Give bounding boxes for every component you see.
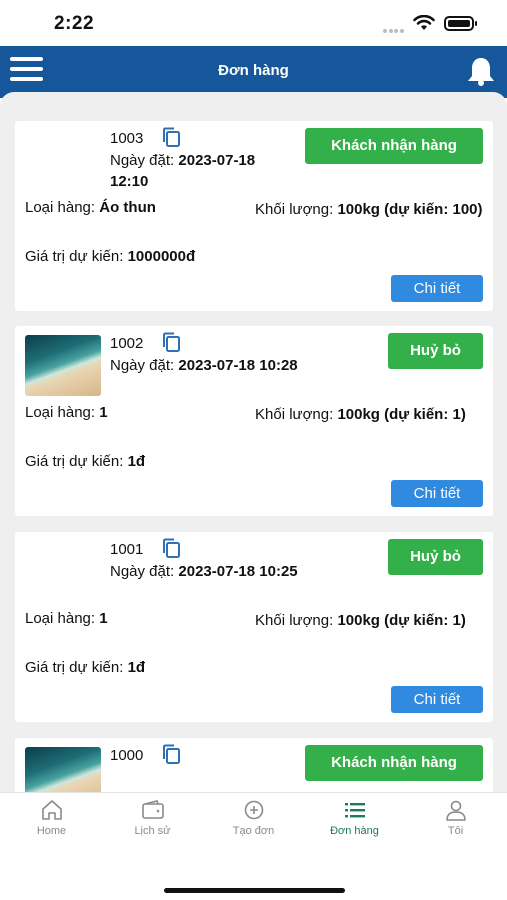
tab-create-order[interactable]: Tạo đơn bbox=[203, 799, 304, 845]
tab-profile[interactable]: Tôi bbox=[405, 799, 506, 845]
order-card: 1003 Ngày đặt: 2023-07-18 12:10 Khách nh… bbox=[15, 121, 493, 311]
tab-history[interactable]: Lịch sử bbox=[102, 799, 203, 845]
battery-icon bbox=[444, 16, 477, 31]
goods-type: Loại hàng: Áo thun bbox=[25, 199, 156, 216]
goods-type: Loại hàng: 1 bbox=[25, 404, 108, 421]
list-icon bbox=[344, 803, 365, 818]
home-indicator[interactable] bbox=[164, 888, 345, 893]
order-thumbnail bbox=[25, 747, 101, 792]
order-date: Ngày đặt: 2023-07-18 12:10 bbox=[110, 150, 305, 192]
detail-button[interactable]: Chi tiết bbox=[391, 275, 483, 302]
detail-button[interactable]: Chi tiết bbox=[391, 480, 483, 507]
cancel-button[interactable]: Huỷ bỏ bbox=[388, 539, 483, 575]
customer-received-button[interactable]: Khách nhận hàng bbox=[305, 745, 483, 781]
order-card: 1001 Ngày đặt: 2023-07-18 10:25 Huỷ bỏ L… bbox=[15, 532, 493, 722]
order-date: Ngày đặt: 2023-07-18 10:28 bbox=[110, 355, 370, 376]
tab-home[interactable]: Home bbox=[1, 799, 102, 845]
detail-button[interactable]: Chi tiết bbox=[391, 686, 483, 713]
order-card: 1002 Ngày đặt: 2023-07-18 10:28 Huỷ bỏ L… bbox=[15, 326, 493, 516]
date-label: Ngày đặt: bbox=[110, 563, 175, 580]
bottom-tab-bar: Home Lịch sử Tạo đơn Đơn hàng Tôi bbox=[0, 792, 507, 900]
status-time: 2:22 bbox=[54, 13, 95, 34]
order-id: 1002 bbox=[110, 335, 144, 352]
estimated-value: Giá trị dự kiến: 1000000đ bbox=[25, 248, 196, 265]
wifi-icon bbox=[413, 15, 435, 30]
copy-icon[interactable] bbox=[161, 744, 181, 765]
weight: Khối lượng: 100kg (dự kiến: 1) bbox=[255, 406, 466, 423]
customer-received-button[interactable]: Khách nhận hàng bbox=[305, 128, 483, 164]
date-value: 2023-07-18 bbox=[178, 152, 256, 169]
wallet-icon bbox=[141, 800, 164, 819]
order-id: 1003 bbox=[110, 130, 144, 147]
estimated-value: Giá trị dự kiến: 1đ bbox=[25, 659, 146, 676]
copy-icon[interactable] bbox=[161, 127, 181, 148]
order-id: 1001 bbox=[110, 541, 144, 558]
order-date: Ngày đặt: 2023-07-18 10:25 bbox=[110, 561, 370, 582]
page-title: Đơn hàng bbox=[218, 62, 289, 79]
order-list[interactable]: 1003 Ngày đặt: 2023-07-18 12:10 Khách nh… bbox=[0, 92, 507, 792]
plus-circle-icon bbox=[244, 800, 263, 820]
date-time: 12:10 bbox=[110, 173, 149, 190]
cancel-button[interactable]: Huỷ bỏ bbox=[388, 333, 483, 369]
bell-icon[interactable] bbox=[464, 55, 498, 87]
user-icon bbox=[445, 800, 466, 821]
date-value: 2023-07-18 10:25 bbox=[178, 563, 298, 580]
weight: Khối lượng: 100kg (dự kiến: 1) bbox=[255, 612, 466, 629]
date-label: Ngày đặt: bbox=[110, 152, 175, 169]
copy-icon[interactable] bbox=[161, 538, 181, 559]
weight: Khối lượng: 100kg (dự kiến: 100) bbox=[255, 201, 483, 218]
estimated-value: Giá trị dự kiến: 1đ bbox=[25, 453, 146, 470]
status-bar: 2:22 bbox=[0, 0, 507, 46]
home-icon bbox=[41, 800, 62, 820]
date-value: 2023-07-18 10:28 bbox=[178, 357, 298, 374]
order-card: 1000 Khách nhận hàng bbox=[15, 738, 493, 792]
menu-icon bbox=[10, 57, 43, 61]
tab-orders[interactable]: Đơn hàng bbox=[304, 799, 405, 845]
order-thumbnail bbox=[25, 335, 101, 396]
app-header: Đơn hàng bbox=[0, 46, 507, 98]
goods-type: Loại hàng: 1 bbox=[25, 610, 108, 627]
date-label: Ngày đặt: bbox=[110, 357, 175, 374]
copy-icon[interactable] bbox=[161, 332, 181, 353]
order-id: 1000 bbox=[110, 747, 144, 764]
signal-dots-icon bbox=[383, 20, 409, 33]
